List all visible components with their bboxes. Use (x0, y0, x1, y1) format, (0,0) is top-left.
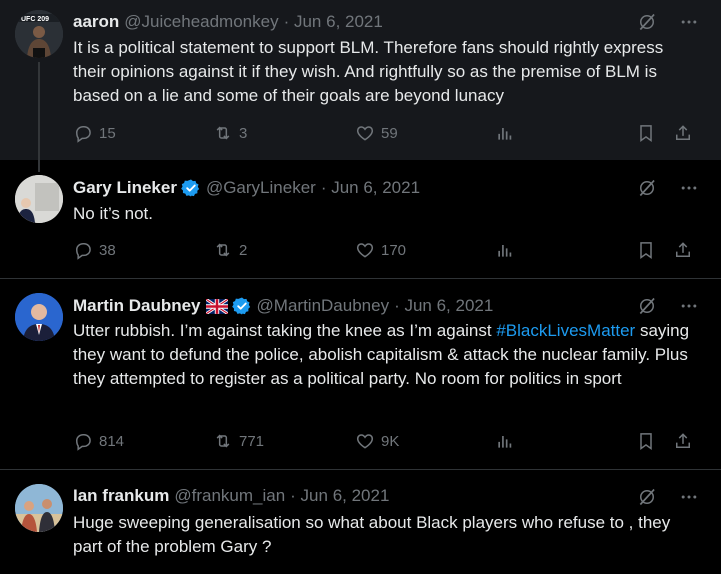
svg-text:UFC 209: UFC 209 (21, 16, 49, 23)
like-count: 170 (381, 241, 407, 259)
tweet-date[interactable]: · Jun 6, 2021 (321, 177, 420, 199)
tweet-text: No it’s not. (73, 204, 154, 223)
share-icon (673, 431, 693, 451)
tweet-gary-lineker[interactable]: Gary Lineker @GaryLineker · Jun 6, 2021 … (0, 160, 721, 278)
tweet-header: aaron @Juiceheadmonkey · Jun 6, 2021 (73, 11, 383, 33)
tweet-header: Martin Daubney @MartinDaubney · Jun 6, 2… (73, 295, 493, 317)
like-icon (355, 123, 375, 143)
author-handle[interactable]: @MartinDaubney (257, 295, 390, 317)
views-button[interactable] (495, 123, 515, 143)
like-icon (355, 240, 375, 260)
author-name[interactable]: Ian frankum (73, 485, 169, 507)
reply-button[interactable]: 814 (73, 431, 124, 451)
tweet-top-icons (637, 487, 699, 507)
share-icon (673, 240, 693, 260)
retweet-icon (213, 123, 233, 143)
tweet-actions: 814 771 9K (73, 431, 698, 455)
grok-icon[interactable] (637, 296, 657, 316)
share-button[interactable] (673, 431, 693, 451)
reply-button[interactable]: 38 (73, 240, 116, 260)
grok-icon[interactable] (637, 178, 657, 198)
bookmark-button[interactable] (636, 123, 656, 143)
tweet-text: Utter rubbish. I’m against taking the kn… (73, 319, 698, 391)
bookmark-icon (636, 240, 656, 260)
tweet-text: It is a political statement to support B… (73, 38, 664, 105)
tweet-text-part: Utter rubbish. I’m against taking the kn… (73, 321, 497, 340)
author-handle[interactable]: @Juiceheadmonkey (124, 11, 278, 33)
like-button[interactable]: 59 (355, 123, 398, 143)
tweet-top-icons (637, 296, 699, 316)
tweet-header: Ian frankum @frankum_ian · Jun 6, 2021 (73, 485, 389, 507)
retweet-icon (213, 240, 233, 260)
share-icon (673, 123, 693, 143)
tweet-aaron[interactable]: UFC 209 aaron @Juiceheadmonkey · Jun 6, … (0, 0, 721, 172)
views-button[interactable] (495, 431, 515, 451)
more-icon[interactable] (679, 178, 699, 198)
bookmark-icon (636, 123, 656, 143)
retweet-count: 2 (239, 241, 248, 259)
retweet-count: 3 (239, 124, 248, 142)
retweet-icon (213, 431, 233, 451)
avatar[interactable] (15, 484, 63, 532)
retweet-button[interactable]: 2 (213, 240, 247, 260)
bookmark-icon (636, 431, 656, 451)
tweet-ian-frankum[interactable]: Ian frankum @frankum_ian · Jun 6, 2021 H… (0, 470, 721, 574)
views-button[interactable] (495, 240, 515, 260)
reply-icon (73, 431, 93, 451)
tweet-date[interactable]: · Jun 6, 2021 (284, 11, 383, 33)
like-icon (355, 431, 375, 451)
reply-count: 814 (99, 432, 125, 450)
retweet-button[interactable]: 771 (213, 431, 264, 451)
avatar[interactable]: UFC 209 (15, 10, 63, 58)
bookmark-button[interactable] (636, 431, 656, 451)
reply-icon (73, 123, 93, 143)
more-icon[interactable] (679, 296, 699, 316)
reply-button[interactable]: 15 (73, 123, 116, 143)
author-handle[interactable]: @frankum_ian (174, 485, 285, 507)
grok-icon[interactable] (637, 12, 657, 32)
share-button[interactable] (673, 123, 693, 143)
views-icon (495, 240, 515, 260)
like-button[interactable]: 170 (355, 240, 406, 260)
reply-count: 38 (99, 241, 116, 259)
share-button[interactable] (673, 240, 693, 260)
author-name[interactable]: Martin Daubney (73, 295, 201, 317)
tweet-actions: 38 2 170 (73, 240, 698, 264)
reply-icon (73, 240, 93, 260)
avatar[interactable] (15, 293, 63, 341)
more-icon[interactable] (679, 12, 699, 32)
avatar[interactable] (15, 175, 63, 223)
retweet-button[interactable]: 3 (213, 123, 247, 143)
tweet-text: Huge sweeping generalisation so what abo… (73, 513, 671, 556)
reply-count: 15 (99, 124, 116, 142)
grok-icon[interactable] (637, 487, 657, 507)
retweet-count: 771 (239, 432, 265, 450)
tweet-date[interactable]: · Jun 6, 2021 (290, 485, 389, 507)
tweet-date[interactable]: · Jun 6, 2021 (394, 295, 493, 317)
tweet-top-icons (637, 178, 699, 198)
verified-badge-icon (181, 178, 201, 198)
tweet-top-icons (637, 12, 699, 32)
bookmark-button[interactable] (636, 240, 656, 260)
like-count: 9K (381, 432, 400, 450)
author-name[interactable]: aaron (73, 11, 119, 33)
tweet-actions: 15 3 59 (73, 123, 698, 147)
views-icon (495, 123, 515, 143)
verified-badge-icon (232, 296, 252, 316)
author-name[interactable]: Gary Lineker (73, 177, 177, 199)
thread-line (38, 62, 40, 172)
like-button[interactable]: 9K (355, 431, 399, 451)
views-icon (495, 431, 515, 451)
tweet-header: Gary Lineker @GaryLineker · Jun 6, 2021 (73, 177, 420, 199)
uk-flag-icon (205, 298, 228, 314)
author-handle[interactable]: @GaryLineker (206, 177, 316, 199)
like-count: 59 (381, 124, 398, 142)
more-icon[interactable] (679, 487, 699, 507)
hashtag-link[interactable]: #BlackLivesMatter (496, 321, 635, 340)
tweet-martin-daubney[interactable]: Martin Daubney @MartinDaubney · Jun 6, 2… (0, 279, 721, 469)
